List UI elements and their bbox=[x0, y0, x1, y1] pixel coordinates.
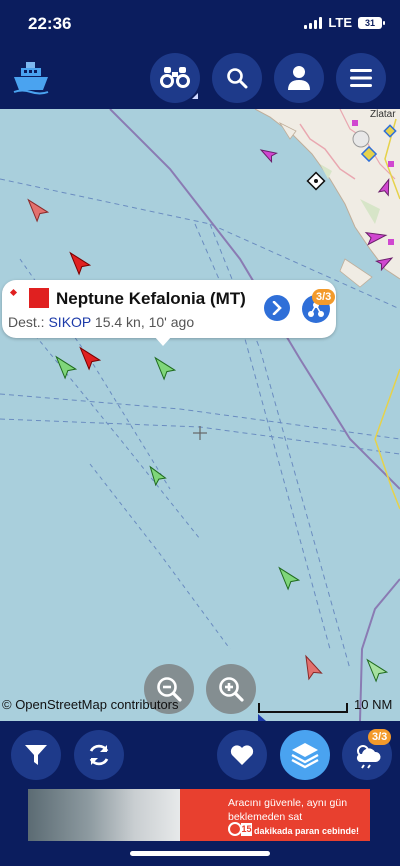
ad-timer-number: 15 bbox=[241, 823, 252, 836]
home-indicator[interactable] bbox=[130, 851, 270, 856]
dest-value[interactable]: SIKOP bbox=[48, 314, 91, 330]
filter-icon bbox=[25, 745, 47, 765]
filter-button[interactable] bbox=[11, 730, 61, 780]
layers-button[interactable] bbox=[280, 730, 330, 780]
vessel-name[interactable]: Neptune Kefalonia (MT) bbox=[56, 289, 246, 309]
status-bar: 22:36 LTE 31 bbox=[0, 0, 400, 47]
vessel-details: Dest.: SIKOP 15.4 kn, 10' ago bbox=[8, 314, 194, 330]
chevron-right-icon bbox=[272, 301, 282, 315]
map-view[interactable]: Zlatar Neptune Kefalonia (MT) Dest.: SIK… bbox=[0, 109, 400, 721]
vessel-details-button[interactable] bbox=[264, 295, 290, 321]
binoculars-icon bbox=[160, 67, 190, 88]
app-logo-icon[interactable] bbox=[12, 60, 50, 96]
refresh-button[interactable] bbox=[74, 730, 124, 780]
refresh-icon bbox=[89, 744, 109, 766]
heart-icon bbox=[230, 745, 254, 765]
ad-image bbox=[28, 789, 180, 841]
ad-line-1: Aracını güvenle, aynı gün bbox=[228, 797, 348, 809]
top-toolbar bbox=[0, 47, 400, 109]
weather-icon bbox=[356, 745, 381, 769]
map-attribution[interactable]: © OpenStreetMap contributors bbox=[2, 697, 179, 712]
speed-time: 15.4 kn, 10' ago bbox=[94, 314, 195, 330]
battery-icon: 31 bbox=[358, 16, 385, 29]
scale-bar bbox=[258, 703, 348, 713]
network-label: LTE bbox=[328, 15, 352, 30]
binoculars-button[interactable] bbox=[150, 53, 200, 103]
bottom-toolbar: 3/3 Aracını güvenle, aynı gün beklemeden… bbox=[0, 721, 400, 866]
search-icon bbox=[227, 68, 248, 89]
profile-button[interactable] bbox=[274, 53, 324, 103]
search-button[interactable] bbox=[212, 53, 262, 103]
menu-button[interactable] bbox=[336, 53, 386, 103]
zoom-in-icon bbox=[219, 677, 244, 702]
ad-line-3: dakikada paran cebinde! bbox=[254, 826, 360, 836]
caret-icon bbox=[192, 93, 198, 99]
vessel-popup[interactable]: Neptune Kefalonia (MT) Dest.: SIKOP 15.4… bbox=[2, 280, 336, 346]
city-label: Zlatar bbox=[370, 109, 396, 120]
vessel-type-marker bbox=[9, 288, 18, 297]
popup-pointer bbox=[154, 336, 172, 346]
layers-icon bbox=[291, 743, 319, 769]
vessel-flag-icon bbox=[29, 288, 49, 308]
timer-icon bbox=[228, 822, 242, 836]
status-indicators: LTE 31 bbox=[304, 15, 385, 30]
menu-icon bbox=[350, 69, 372, 87]
ad-banner[interactable]: Aracını güvenle, aynı gün beklemeden sat… bbox=[28, 789, 370, 841]
map-canvas bbox=[0, 109, 400, 721]
weather-badge: 3/3 bbox=[368, 729, 392, 745]
favorites-button[interactable] bbox=[217, 730, 267, 780]
scale-label: 10 NM bbox=[354, 697, 393, 712]
popup-badge: 3/3 bbox=[312, 289, 336, 305]
signal-icon bbox=[304, 16, 323, 29]
user-icon bbox=[288, 66, 310, 90]
status-time: 22:36 bbox=[28, 14, 72, 33]
ad-line-2: beklemeden sat bbox=[228, 811, 303, 823]
dest-label: Dest.: bbox=[8, 314, 45, 330]
zoom-in-button[interactable] bbox=[206, 664, 256, 714]
